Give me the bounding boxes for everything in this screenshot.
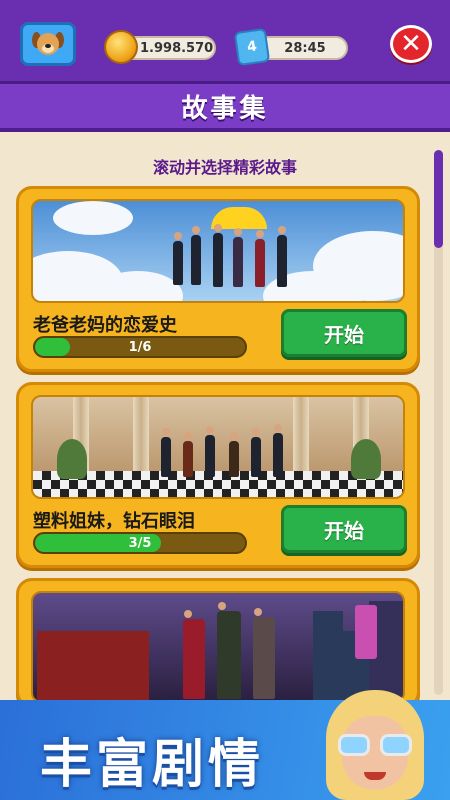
page-title: 故事集 [181, 93, 269, 124]
story-card: 老爸老妈的恋爱史 1/6 开始 [16, 186, 420, 372]
story-artwork-city [31, 591, 405, 703]
scrollbar[interactable] [434, 150, 443, 695]
close-button[interactable]: ✕ [390, 25, 432, 63]
story-progress-bar: 1/6 [33, 336, 247, 358]
story-card: 塑料姐妹，钻石眼泪 3/5 开始 [16, 382, 420, 568]
coin-balance-value: 1.998.570 [140, 40, 214, 56]
top-bar: 1.998.570 28:45 4 ✕ [0, 0, 450, 84]
scrollbar-thumb[interactable] [434, 150, 443, 248]
story-progress-label: 3/5 [128, 535, 152, 551]
coin-icon [104, 30, 138, 64]
close-icon: ✕ [400, 29, 422, 59]
timer-value: 28:45 [284, 40, 326, 56]
story-progress-label: 1/6 [128, 339, 152, 355]
story-artwork-mansion [31, 395, 405, 499]
title-banner: 故事集 [0, 84, 450, 132]
dog-avatar-icon [31, 29, 65, 59]
avatar-button[interactable] [20, 22, 76, 66]
story-artwork-sky [31, 199, 405, 303]
start-button[interactable]: 开始 [281, 309, 407, 357]
subtitle: 滚动并选择精彩故事 [152, 158, 297, 177]
ticket-icon: 4 [233, 27, 271, 67]
story-progress-bar: 3/5 [33, 532, 247, 554]
start-button[interactable]: 开始 [281, 505, 407, 553]
story-title: 塑料姐妹，钻石眼泪 [33, 511, 195, 532]
story-title: 老爸老妈的恋爱史 [33, 315, 177, 336]
promo-text: 丰富剧情 [40, 735, 265, 795]
story-card [16, 578, 420, 708]
girl-character-icon [320, 690, 430, 800]
